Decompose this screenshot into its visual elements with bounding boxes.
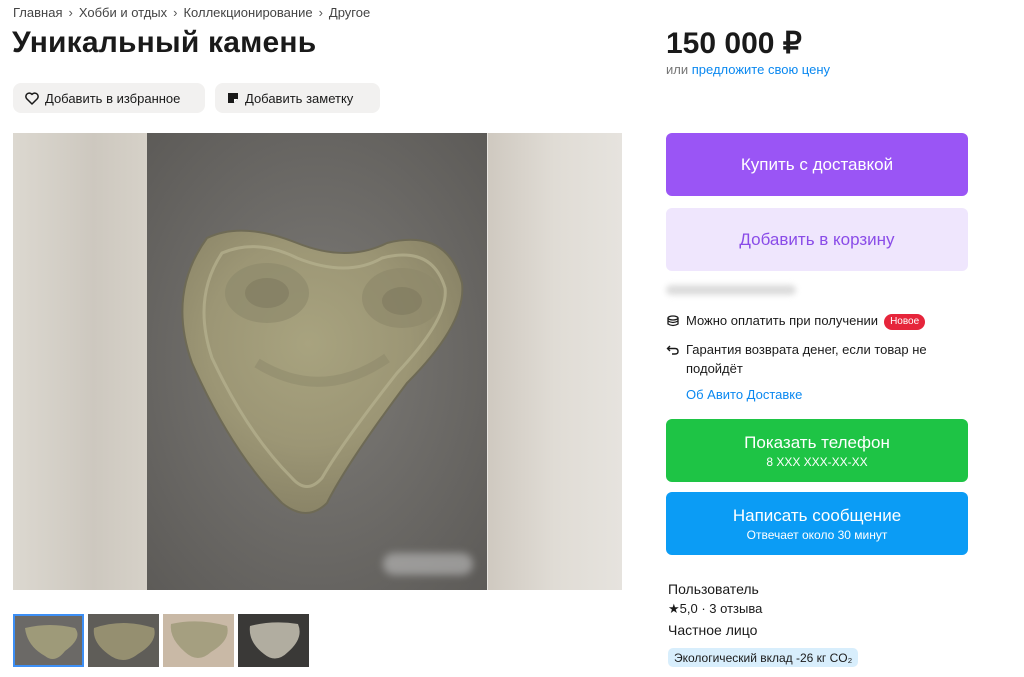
breadcrumb-separator: › [68,5,73,20]
write-message-label: Написать сообщение [732,505,902,525]
seller-type: Частное лицо [668,622,758,638]
pay-on-receipt-text: Можно оплатить при получении [686,313,879,328]
add-note-button[interactable]: Добавить заметку [215,83,380,113]
show-phone-label: Показать телефон [744,432,890,452]
blurred-text [666,285,796,295]
price: 150 000 ₽ [666,27,802,60]
buy-with-delivery-label: Купить с доставкой [740,154,894,174]
guarantee-text: Гарантия возврата денег, если товар не п… [686,342,927,376]
breadcrumb-item-collecting[interactable]: Коллекционирование [183,5,312,20]
breadcrumb-item-hobby[interactable]: Хобби и отдых [79,5,167,20]
stone-photo [147,133,487,590]
thumbnail-strip [13,614,309,667]
breadcrumb-item-home[interactable]: Главная [13,5,62,20]
page-title: Уникальный камень [12,26,317,59]
thumbnail-1[interactable] [13,614,84,667]
add-to-cart-button[interactable]: Добавить в корзину [666,208,968,271]
offer-price: или предложите свою цену [666,62,830,77]
breadcrumb-separator: › [173,5,178,20]
seller-rating-text: 5,0 · 3 отзыва [679,601,763,616]
add-to-favorites-label: Добавить в избранное [45,90,181,106]
breadcrumb-separator: › [318,5,323,20]
offer-prefix: или [666,62,689,77]
show-phone-button[interactable]: Показать телефон 8 XXX XXX-XX-XX [666,419,968,482]
heart-icon [25,91,39,105]
pay-on-receipt-row: Можно оплатить при получении Новое [666,311,926,333]
phone-number-mask: 8 XXX XXX-XX-XX [766,454,868,469]
new-badge: Новое [884,313,926,330]
main-photo[interactable] [13,133,622,590]
note-icon [227,92,239,104]
thumbnail-2[interactable] [88,614,159,667]
add-to-favorites-button[interactable]: Добавить в избранное [13,83,205,113]
thumbnail-3[interactable] [163,614,234,667]
photo-blur-right [488,133,622,590]
thumbnail-4[interactable] [238,614,309,667]
add-note-label: Добавить заметку [245,90,354,106]
photo-blur-left [13,133,147,590]
guarantee-row: Гарантия возврата денег, если товар не п… [666,340,936,378]
seller-name[interactable]: Пользователь [668,581,759,597]
eco-contribution-badge: Экологический вклад -26 кг CO₂ [668,648,859,667]
add-to-cart-label: Добавить в корзину [739,229,895,249]
wallet-icon [666,311,680,333]
watermark [383,553,473,575]
write-message-button[interactable]: Написать сообщение Отвечает около 30 мин… [666,492,968,555]
star-icon: ★ [668,601,680,616]
breadcrumb: Главная › Хобби и отдых › Коллекциониров… [13,5,370,20]
offer-price-link[interactable]: предложите свою цену [692,62,830,77]
seller-rating[interactable]: ★5,0 · 3 отзыва [668,601,762,617]
buy-with-delivery-button[interactable]: Купить с доставкой [666,133,968,196]
response-time: Отвечает около 30 минут [746,527,888,542]
breadcrumb-item-other[interactable]: Другое [329,5,370,20]
return-arrow-icon [666,340,680,362]
about-delivery-link[interactable]: Об Авито Доставке [686,387,802,402]
